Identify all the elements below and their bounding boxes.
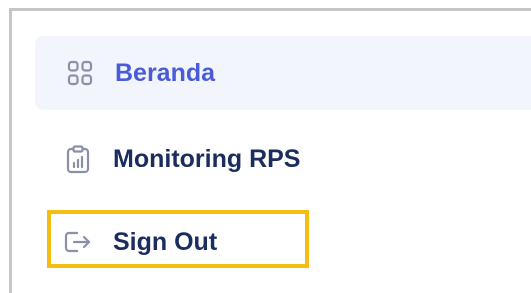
sidebar-item-monitoring-rps[interactable]: Monitoring RPS	[35, 124, 531, 194]
sidebar-menu: Beranda Monitoring RPS Sign Out	[0, 0, 531, 293]
sidebar-item-label: Beranda	[115, 58, 216, 87]
sidebar-item-label: Sign Out	[113, 227, 218, 256]
sign-out-icon	[63, 227, 93, 257]
sidebar-item-sign-out[interactable]: Sign Out	[35, 210, 531, 274]
sidebar-item-beranda[interactable]: Beranda	[35, 36, 531, 110]
sidebar-item-label: Monitoring RPS	[113, 144, 301, 173]
clipboard-chart-icon	[63, 144, 93, 174]
grid-icon	[65, 58, 95, 88]
sidebar-menu-panel: Beranda Monitoring RPS Sign Out	[0, 0, 531, 293]
